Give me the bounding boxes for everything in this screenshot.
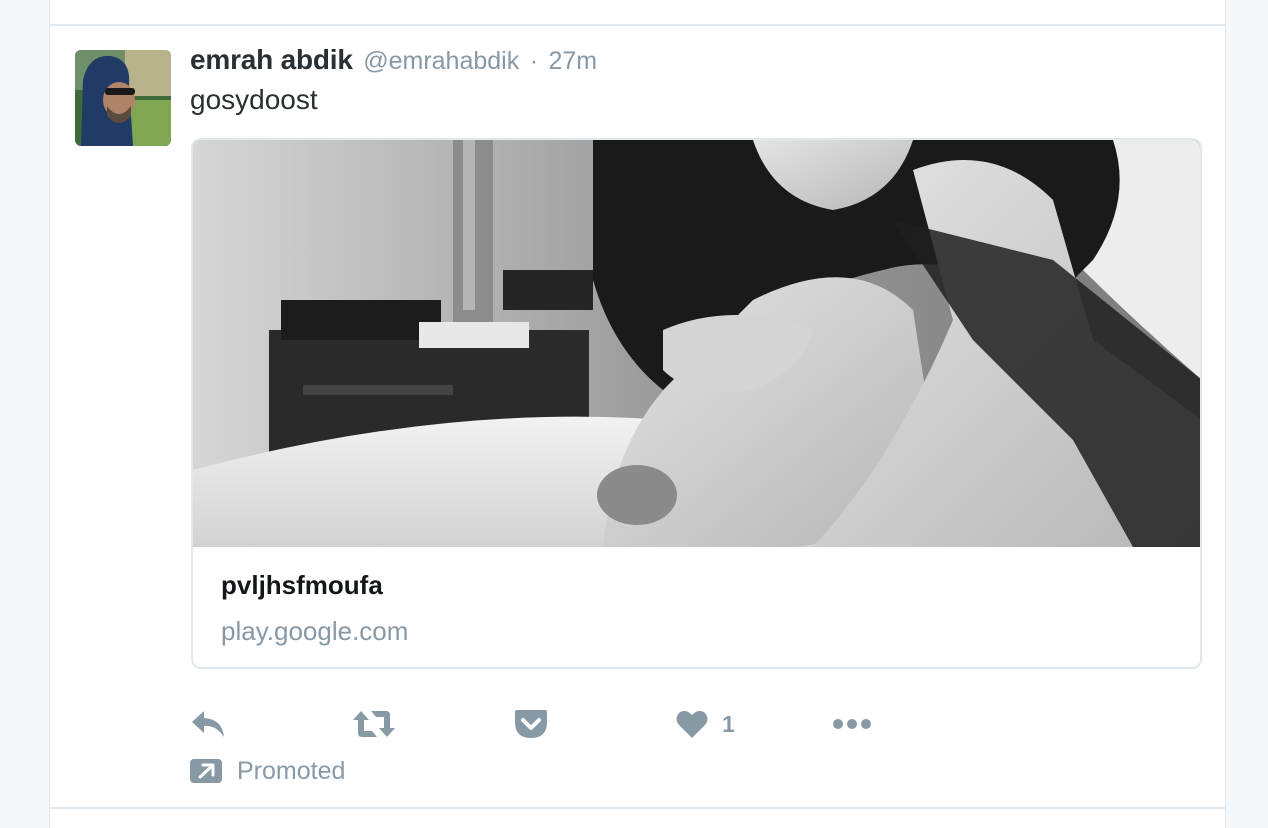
promoted-text: Promoted <box>237 756 346 785</box>
tweet-actions: 1 <box>190 700 950 748</box>
tweet-text: gosydoost <box>190 84 318 115</box>
retweet-button[interactable] <box>352 700 396 748</box>
reply-button[interactable] <box>190 700 228 748</box>
more-dots-icon <box>833 719 871 729</box>
reply-icon <box>192 711 224 737</box>
pocket-icon <box>515 710 547 738</box>
like-button[interactable]: 1 <box>676 700 735 748</box>
promoted-arrow-icon <box>190 759 222 783</box>
heart-icon <box>676 710 708 738</box>
card-photo <box>193 140 1200 547</box>
tweet-header: emrah abdik @emrahabdik · 27m <box>190 44 597 80</box>
like-count: 1 <box>722 710 735 737</box>
card-image[interactable] <box>193 140 1200 547</box>
more-button[interactable] <box>832 700 872 748</box>
top-divider <box>50 24 1225 26</box>
separator-dot: · <box>529 47 539 75</box>
retweet-icon <box>353 711 395 737</box>
promoted-label[interactable]: Promoted <box>190 756 345 786</box>
pocket-button[interactable] <box>514 700 548 748</box>
author-handle[interactable]: @emrahabdik <box>363 47 519 75</box>
avatar-image <box>75 50 171 146</box>
tweet-timestamp[interactable]: 27m <box>548 47 597 75</box>
card-domain[interactable]: play.google.com <box>221 616 408 647</box>
avatar[interactable] <box>75 50 171 146</box>
bottom-divider <box>50 807 1225 809</box>
author-name[interactable]: emrah abdik <box>190 44 353 75</box>
timeline-column: emrah abdik @emrahabdik · 27m gosydoost <box>49 0 1226 828</box>
card-title[interactable]: pvljhsfmoufa <box>221 570 383 601</box>
link-card[interactable]: pvljhsfmoufa play.google.com <box>191 138 1202 669</box>
